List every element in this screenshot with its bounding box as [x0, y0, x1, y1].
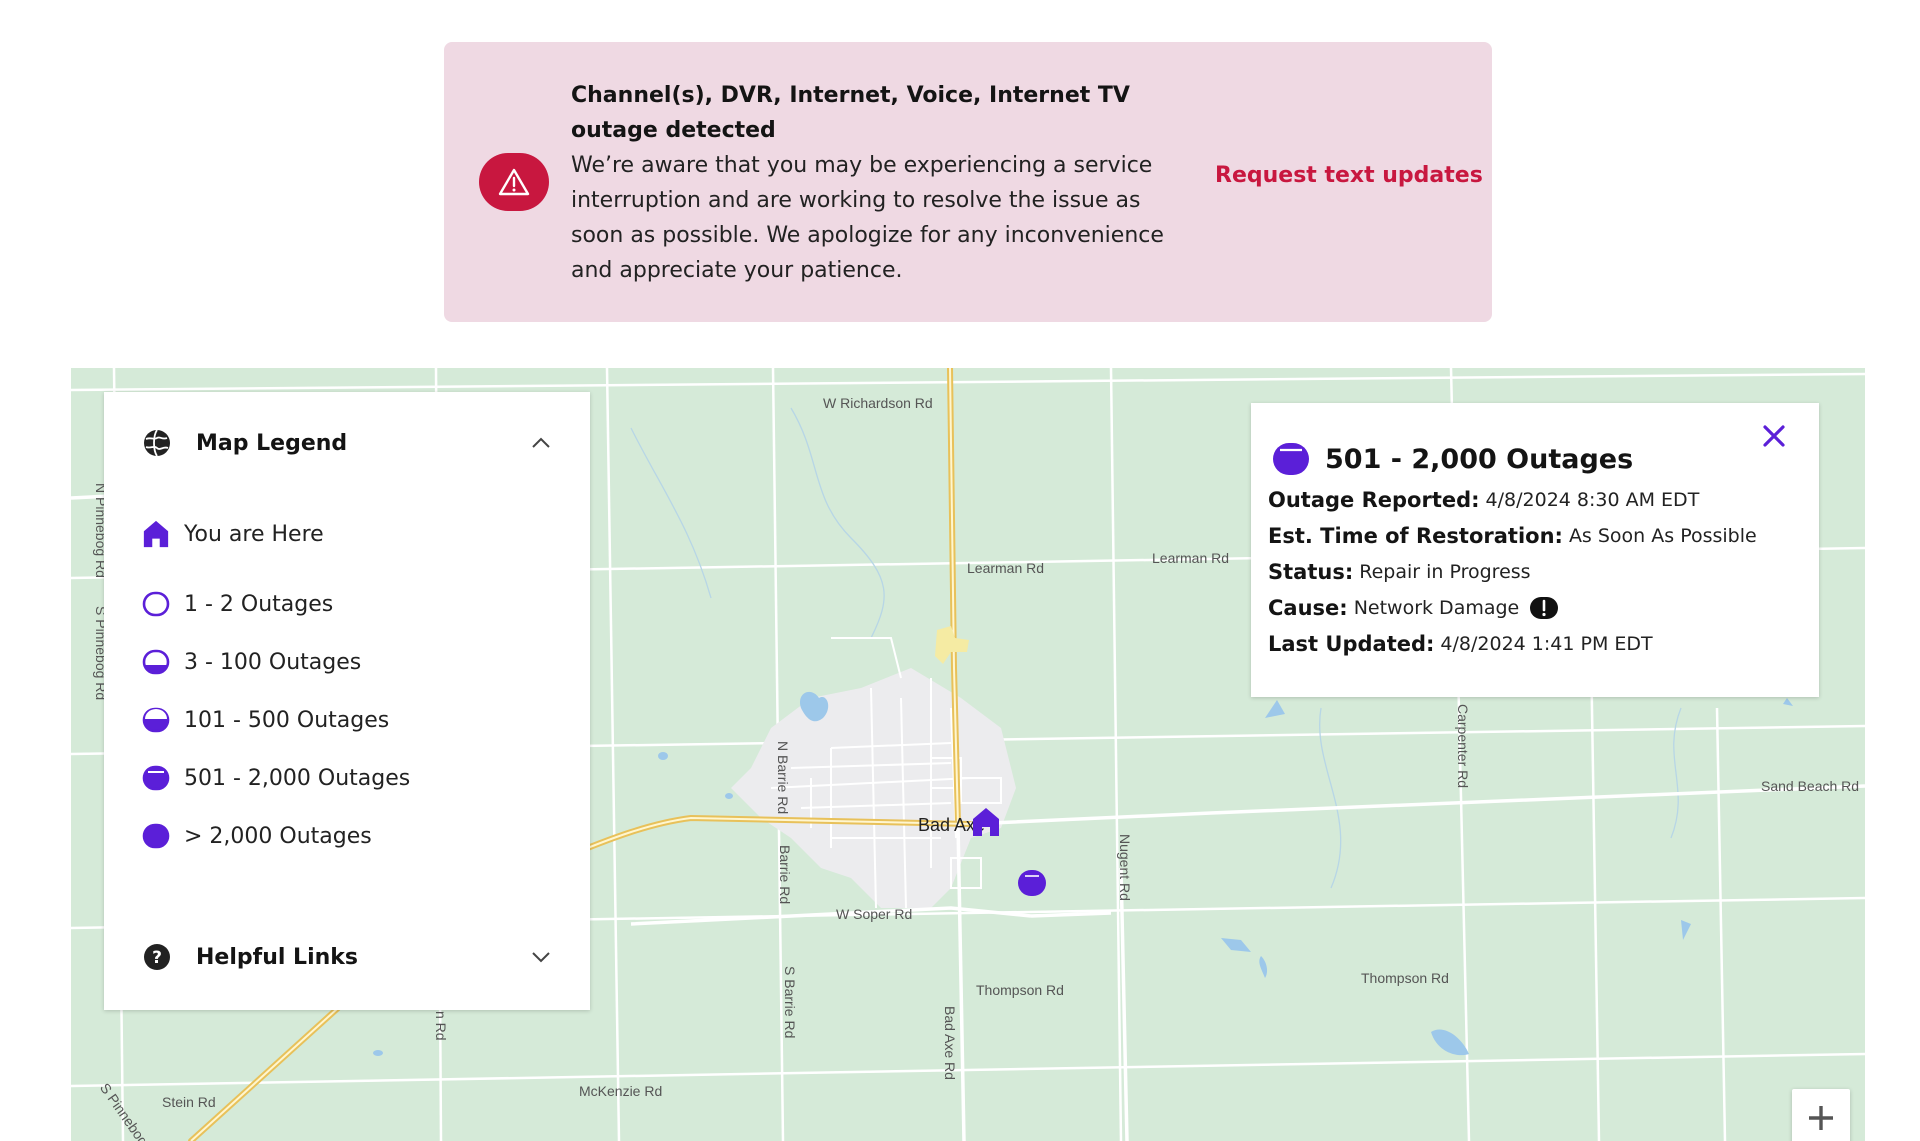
legend-item-101-500-outages: 101 - 500 Outages [142, 704, 389, 736]
popup-row-value: Network Damage [1353, 597, 1520, 619]
outage-level-4-icon [1273, 443, 1309, 475]
help-question-icon: ? [144, 944, 170, 970]
alert-text-block: Channel(s), DVR, Internet, Voice, Intern… [571, 78, 1186, 288]
popup-details: Outage Reported: 4/8/2024 8:30 AM EDT Es… [1268, 482, 1757, 662]
map-legend-panel: Map Legend You are Here 1 - 2 Outages 3 … [104, 392, 590, 1010]
outage-marker-501-2000[interactable] [1017, 869, 1047, 901]
outage-level-2-icon [142, 649, 170, 675]
road-label-carpenter: Carpenter Rd [1455, 704, 1471, 789]
road-label-thompson-east: Thompson Rd [1361, 970, 1449, 986]
road-label-s-barrie: S Barrie Rd [782, 966, 798, 1039]
info-alert-icon [1530, 597, 1559, 619]
road-label-w-soper: W Soper Rd [836, 906, 913, 922]
popup-row-key: Last Updated: [1268, 632, 1435, 656]
map-legend-header[interactable]: Map Legend [142, 426, 552, 460]
home-icon [973, 808, 999, 836]
legend-item-label: > 2,000 Outages [184, 823, 372, 849]
road-label-n-rd: n Rd [433, 1011, 449, 1041]
alert-title: Channel(s), DVR, Internet, Voice, Intern… [571, 83, 1130, 143]
outage-level-4-icon [1018, 870, 1046, 896]
warning-triangle-icon [479, 153, 549, 211]
legend-item-label: 101 - 500 Outages [184, 707, 390, 733]
alert-body: We’re aware that you may be experiencing… [571, 153, 1164, 283]
legend-item-you-are-here: You are Here [142, 518, 324, 550]
map-legend-title: Map Legend [196, 430, 348, 456]
outage-level-5-icon [142, 823, 170, 849]
outage-level-4-icon [142, 765, 170, 791]
chevron-up-icon[interactable] [530, 432, 552, 454]
road-label-stein: Stein Rd [162, 1094, 216, 1110]
popup-title: 501 - 2,000 Outages [1325, 443, 1634, 475]
popup-row-key: Outage Reported: [1268, 488, 1480, 512]
road-label-w-richardson: W Richardson Rd [823, 395, 933, 411]
legend-item-label: 1 - 2 Outages [184, 591, 334, 617]
outage-alert-banner: Channel(s), DVR, Internet, Voice, Intern… [444, 42, 1492, 322]
popup-row-est-restoration: Est. Time of Restoration: As Soon As Pos… [1268, 518, 1757, 554]
popup-row-outage-reported: Outage Reported: 4/8/2024 8:30 AM EDT [1268, 482, 1757, 518]
svg-text:?: ? [152, 948, 162, 968]
globe-icon [144, 429, 170, 457]
close-icon [1763, 425, 1785, 447]
popup-row-value: 4/8/2024 1:41 PM EDT [1440, 633, 1653, 655]
popup-row-cause: Cause: Network Damage [1268, 590, 1757, 626]
legend-item-label: 501 - 2,000 Outages [184, 765, 411, 791]
helpful-links-header[interactable]: ? Helpful Links [142, 940, 552, 974]
popup-row-value: As Soon As Possible [1568, 525, 1757, 547]
popup-row-key: Est. Time of Restoration: [1268, 524, 1563, 548]
road-label-bad-axe-rd: Bad Axe Rd [942, 1006, 958, 1080]
outage-level-1-icon [142, 591, 170, 617]
legend-item-3-100-outages: 3 - 100 Outages [142, 646, 361, 678]
road-label-n-barrie: N Barrie Rd [775, 741, 791, 815]
home-icon [143, 520, 169, 548]
road-label-nugent: Nugent Rd [1117, 834, 1133, 901]
legend-item-label: 3 - 100 Outages [184, 649, 362, 675]
outage-level-3-icon [142, 707, 170, 733]
legend-item-1-2-outages: 1 - 2 Outages [142, 588, 333, 620]
popup-row-key: Cause: [1268, 596, 1348, 620]
chevron-down-icon[interactable] [530, 946, 552, 968]
request-text-updates-link[interactable]: Request text updates [1215, 163, 1483, 188]
outage-info-popup: 501 - 2,000 Outages Outage Reported: 4/8… [1251, 403, 1819, 697]
popup-row-value: Repair in Progress [1359, 561, 1531, 583]
outage-map[interactable]: W Richardson Rd Learman Rd Learman Rd Sa… [71, 368, 1865, 1141]
popup-row-status: Status: Repair in Progress [1268, 554, 1757, 590]
road-label-barrie: Barrie Rd [777, 845, 793, 905]
you-are-here-marker[interactable] [971, 806, 1001, 842]
close-popup-button[interactable] [1759, 421, 1789, 451]
zoom-in-button[interactable] [1792, 1089, 1850, 1141]
helpful-links-title: Helpful Links [196, 944, 359, 970]
legend-item-label: You are Here [184, 521, 324, 547]
road-label-learman: Learman Rd [967, 560, 1045, 576]
cause-info-button[interactable] [1529, 596, 1559, 620]
road-label-learman-east: Learman Rd [1152, 550, 1230, 566]
popup-row-key: Status: [1268, 560, 1354, 584]
road-label-sand-beach: Sand Beach Rd [1761, 778, 1860, 794]
popup-title-row: 501 - 2,000 Outages [1271, 441, 1633, 477]
popup-row-last-updated: Last Updated: 4/8/2024 1:41 PM EDT [1268, 626, 1757, 662]
road-label-thompson: Thompson Rd [976, 982, 1064, 998]
legend-item-501-2000-outages: 501 - 2,000 Outages [142, 762, 410, 794]
road-label-mckenzie: McKenzie Rd [579, 1083, 663, 1099]
plus-icon [1809, 1106, 1833, 1130]
popup-row-value: 4/8/2024 8:30 AM EDT [1485, 489, 1700, 511]
legend-item-over-2000-outages: > 2,000 Outages [142, 820, 372, 852]
